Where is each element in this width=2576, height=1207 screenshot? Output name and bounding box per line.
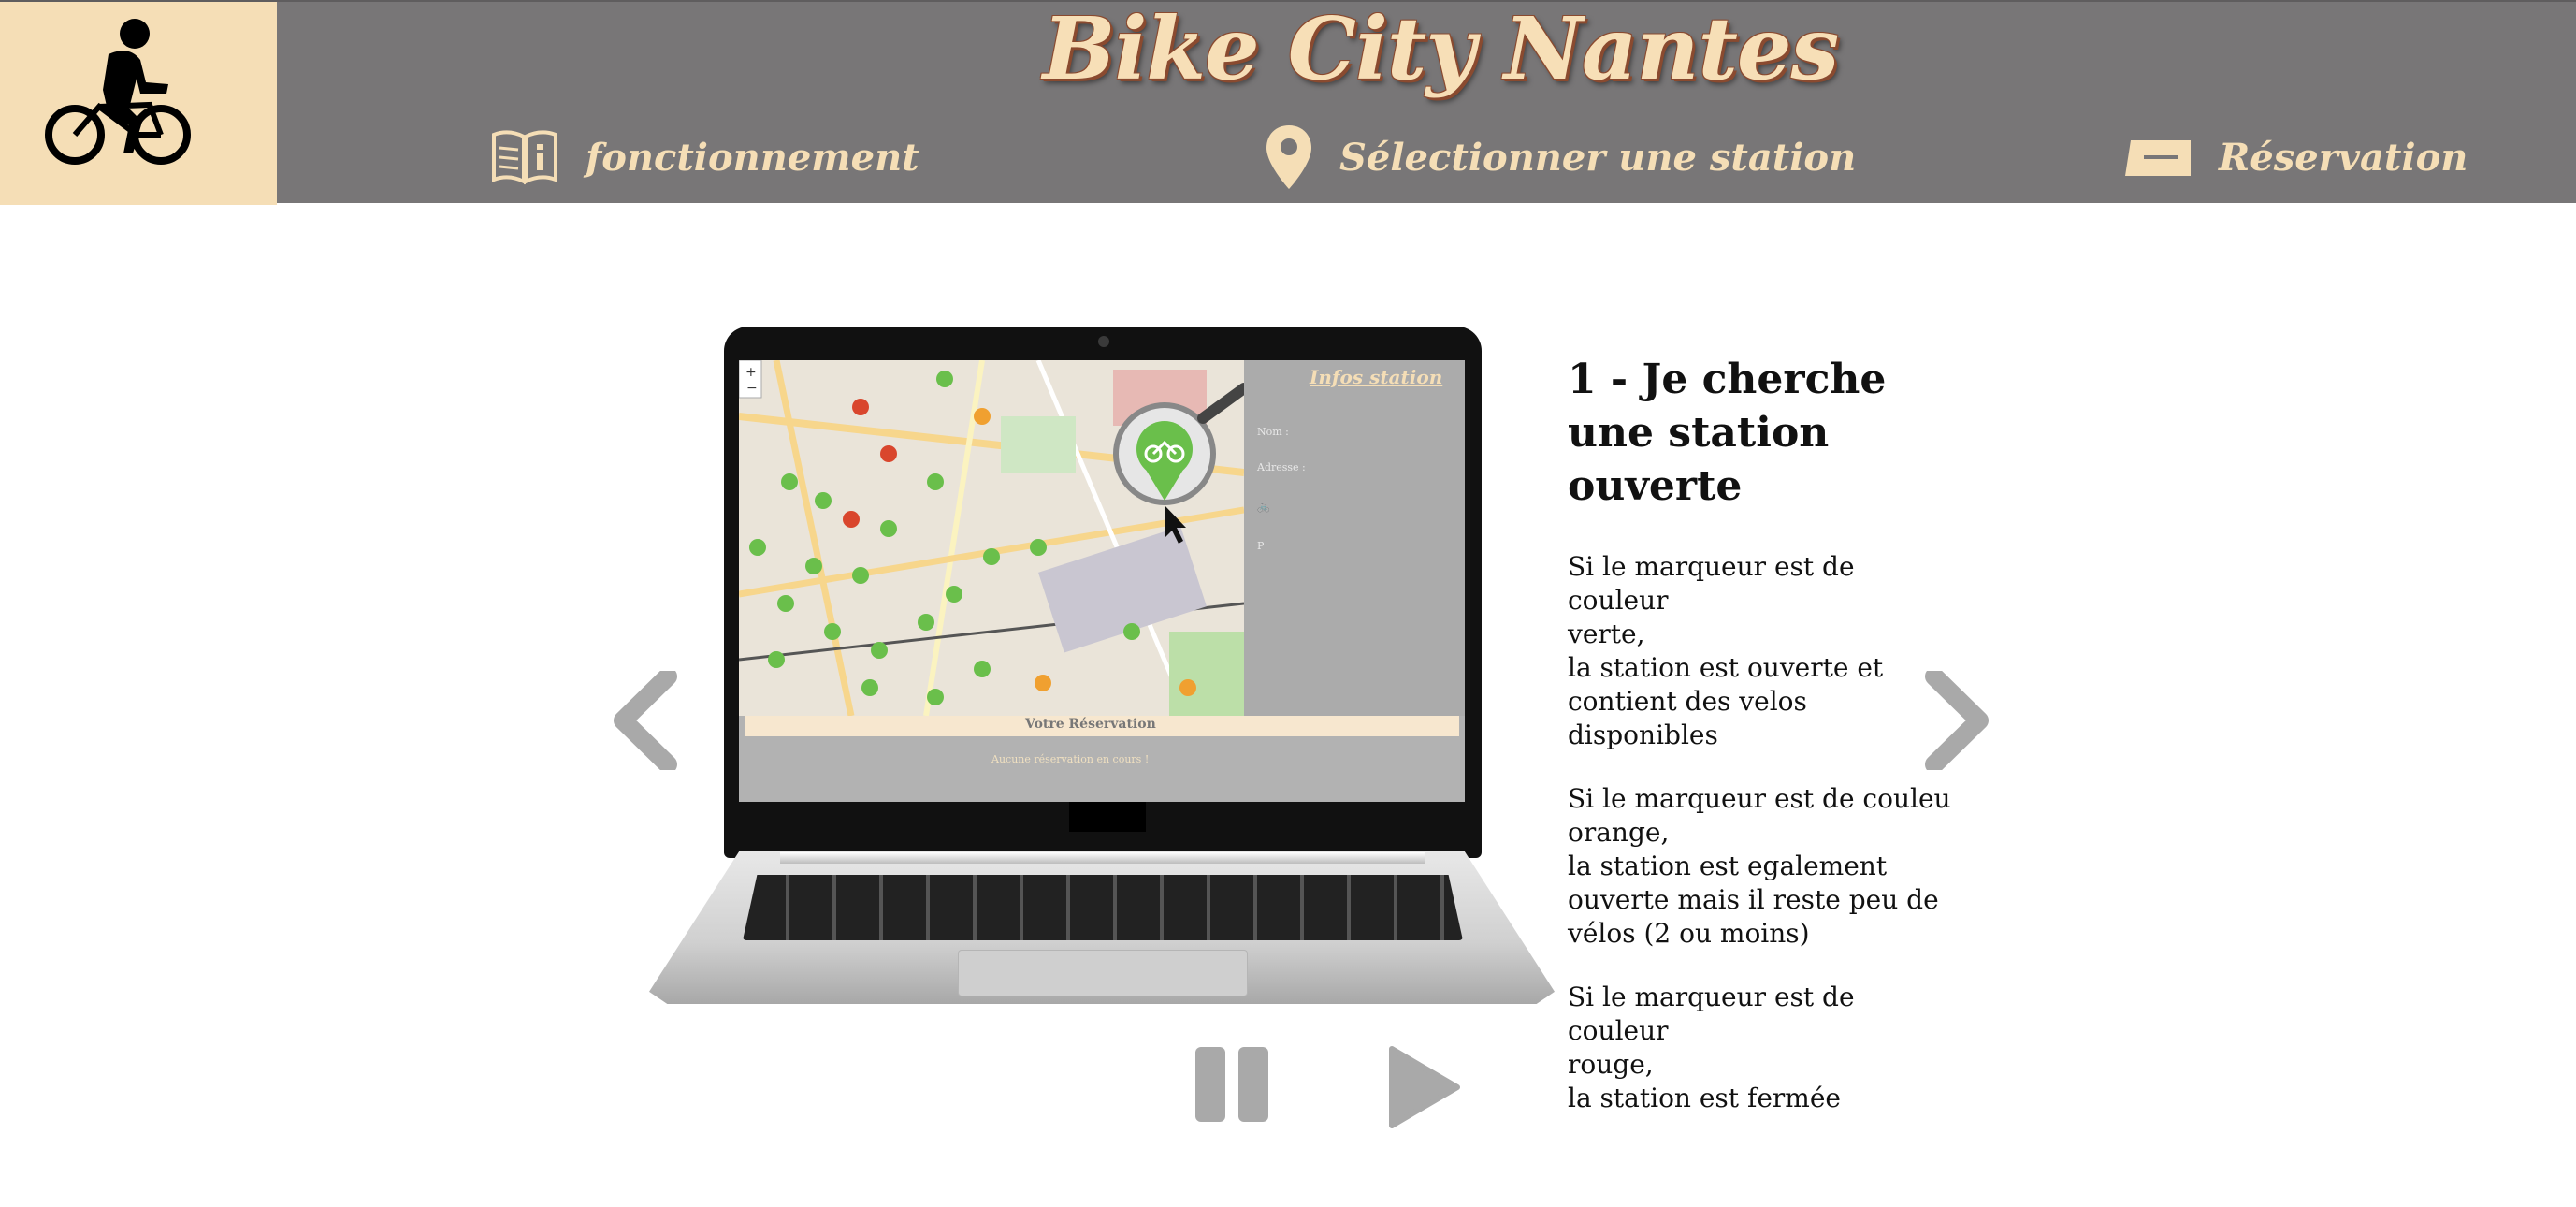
text-line: rouge,: [1568, 1049, 1654, 1080]
panel-title: Infos station: [1310, 366, 1443, 388]
text-line: vélos (2 ou moins): [1568, 918, 1810, 949]
nav-select-station[interactable]: Sélectionner une station: [1265, 122, 1856, 193]
map-pin-icon: [1266, 125, 1311, 189]
laptop-trackpad: [958, 950, 1248, 996]
nav-reservation[interactable]: Réservation: [2123, 122, 2467, 193]
camera-dot: [1098, 336, 1109, 347]
text-line: ouverte mais il reste peu de: [1568, 884, 1939, 915]
reservation-label: Votre Réservation: [1025, 717, 1156, 732]
laptop-hinge: [780, 852, 1425, 864]
bike-count-row: 🚲: [1257, 501, 1270, 513]
nav-fonctionnement[interactable]: fonctionnement: [490, 122, 919, 193]
cyclist-icon: [45, 19, 191, 165]
pause-icon: [1195, 1047, 1268, 1122]
nav-label: Réservation: [2219, 135, 2468, 180]
play-icon: [1389, 1046, 1460, 1128]
text-line: la station est fermée: [1568, 1083, 1841, 1113]
nav-label: fonctionnement: [586, 135, 919, 180]
panel-row: Adresse :: [1257, 461, 1306, 473]
paragraph-orange: Si le marqueur est de couleu orange, la …: [1568, 782, 1961, 951]
slide-text: 1 - Je cherche une station ouverte Si le…: [1568, 353, 1961, 1145]
slideshow: + − Infos station Nom: Adresse: 🚲 P Vo…: [0, 203, 2576, 1207]
laptop-screen: + − Infos station Nom: Adresse: 🚲 P Vo…: [739, 360, 1465, 802]
laptop-illustration: + − Infos station Nom: Adresse: 🚲 P Vo…: [649, 327, 1555, 1004]
pause-button[interactable]: [1194, 1045, 1272, 1127]
svg-text:+: +: [745, 365, 757, 380]
panel-row: Nom :: [1257, 426, 1289, 438]
book-info-icon: [492, 130, 557, 185]
text-line: Si le marqueur est de couleur: [1568, 982, 1855, 1046]
paragraph-green: Si le marqueur est de couleur verte, la …: [1568, 550, 1961, 752]
text-line: Si le marqueur est de couleu: [1568, 783, 1951, 814]
map-image: + −: [739, 360, 1244, 716]
map-screenshot: + −: [739, 360, 1244, 716]
text-line: Si le marqueur est de couleur: [1568, 551, 1855, 616]
text-line: la station est egalement: [1568, 851, 1888, 881]
laptop-lid: + − Infos station Nom: Adresse: 🚲 P Vo…: [724, 327, 1482, 858]
text-line: orange,: [1568, 817, 1670, 848]
slide-title: 1 - Je cherche une station ouverte: [1568, 356, 1887, 510]
laptop-keyboard: [743, 875, 1463, 940]
paragraph-red: Si le marqueur est de couleur rouge, la …: [1568, 981, 1961, 1115]
ticket-icon: [2125, 140, 2191, 176]
station-info-panel: Infos station Nom : Adresse : 🚲 P: [1244, 360, 1465, 716]
logo[interactable]: [0, 2, 277, 205]
screen-notch: [1069, 802, 1146, 832]
svg-text:−: −: [746, 381, 758, 396]
site-title: Bike City Nantes: [1042, 0, 1840, 99]
play-button[interactable]: [1386, 1045, 1461, 1133]
reservation-message: Aucune réservation en cours !: [991, 753, 1150, 765]
reservation-bar: Votre Réservation: [745, 716, 1459, 736]
parking-row: P: [1257, 540, 1265, 552]
nav-label: Sélectionner une station: [1339, 135, 1857, 180]
text-line: verte,: [1568, 618, 1645, 649]
text-line: contient des velos disponibles: [1568, 686, 1807, 750]
text-line: la station est ouverte et: [1568, 652, 1884, 683]
site-header: Bike City Nantes fonctionnement Sélectio…: [0, 0, 2576, 205]
